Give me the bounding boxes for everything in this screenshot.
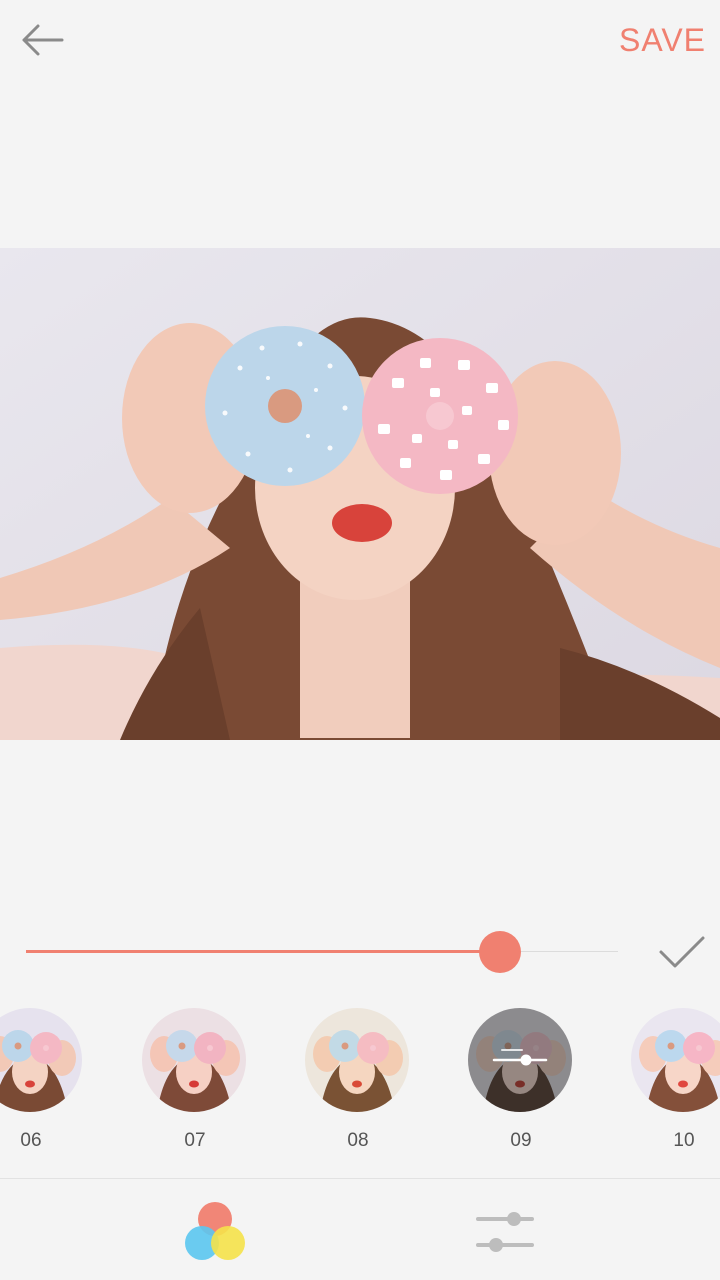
filter-thumbnail <box>142 1008 246 1112</box>
filter-thumbnail <box>631 1008 720 1112</box>
filter-item-selected[interactable]: 09 <box>466 1006 576 1166</box>
filter-item[interactable]: 10 <box>629 1006 720 1166</box>
back-button[interactable] <box>16 18 68 62</box>
photo-preview <box>0 248 720 740</box>
slider-thumb[interactable] <box>479 931 521 973</box>
filter-label: 10 <box>673 1130 695 1151</box>
top-bar: SAVE <box>0 0 720 80</box>
arrow-left-icon <box>22 24 64 56</box>
intensity-slider[interactable] <box>26 930 618 974</box>
filter-label: 09 <box>510 1130 532 1151</box>
filter-label: 07 <box>184 1130 206 1151</box>
filter-circles-icon <box>185 1202 245 1260</box>
adjust-sliders-icon <box>476 1212 534 1252</box>
slider-fill <box>26 950 500 953</box>
save-button[interactable]: SAVE <box>619 18 706 62</box>
checkmark-icon <box>659 936 705 968</box>
filter-thumbnail <box>0 1008 82 1112</box>
filter-item[interactable]: 07 <box>140 1006 250 1166</box>
filter-thumbnail <box>305 1008 409 1112</box>
bottom-tab-bar <box>0 1178 720 1280</box>
filter-item[interactable]: 06 <box>0 1006 86 1166</box>
filter-strip[interactable]: 06 07 08 09 10 <box>0 1006 720 1166</box>
filter-thumbnail <box>468 1008 572 1112</box>
filter-label: 08 <box>347 1130 369 1151</box>
photo-editor-screen: SAVE 06 07 08 09 10 <box>0 0 720 1280</box>
confirm-button[interactable] <box>656 930 708 974</box>
tab-adjust[interactable] <box>470 1199 540 1265</box>
tab-filter[interactable] <box>180 1199 250 1265</box>
filter-label: 06 <box>20 1130 42 1151</box>
filter-item[interactable]: 08 <box>303 1006 413 1166</box>
